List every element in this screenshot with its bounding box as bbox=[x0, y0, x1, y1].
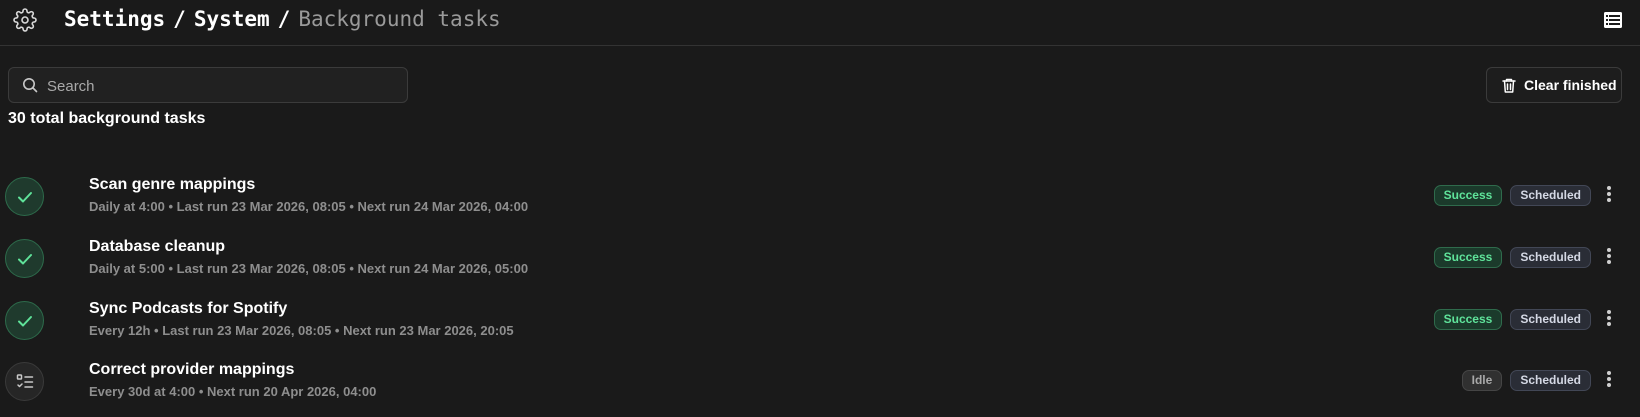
clear-finished-label: Clear finished bbox=[1524, 77, 1617, 93]
more-options-icon[interactable] bbox=[1599, 184, 1619, 206]
top-bar: Settings / System / Background tasks bbox=[0, 0, 1640, 46]
mode-badge: Scheduled bbox=[1510, 370, 1591, 391]
more-options-icon[interactable] bbox=[1599, 369, 1619, 391]
more-options-icon[interactable] bbox=[1599, 308, 1619, 330]
mode-badge: Scheduled bbox=[1510, 309, 1591, 330]
clear-finished-button[interactable]: Clear finished bbox=[1486, 67, 1622, 103]
status-badge: Success bbox=[1433, 247, 1503, 268]
task-schedule: Every 12h • Last run 23 Mar 2026, 08:05 … bbox=[89, 323, 514, 338]
status-circle bbox=[5, 239, 44, 278]
mode-badge: Scheduled bbox=[1510, 185, 1591, 206]
status-circle bbox=[5, 301, 44, 340]
task-row[interactable]: Scan genre mappings Daily at 4:00 • Last… bbox=[0, 174, 1640, 232]
task-row[interactable]: Database cleanup Daily at 5:00 • Last ru… bbox=[0, 236, 1640, 294]
status-circle bbox=[5, 177, 44, 216]
gear-icon[interactable] bbox=[13, 8, 37, 32]
search-input[interactable] bbox=[45, 68, 399, 104]
task-name: Correct provider mappings bbox=[89, 361, 295, 378]
breadcrumb: Settings / System / Background tasks bbox=[64, 6, 501, 32]
task-schedule: Daily at 4:00 • Last run 23 Mar 2026, 08… bbox=[89, 199, 529, 214]
task-row[interactable]: Correct provider mappings Every 30d at 4… bbox=[0, 359, 1640, 417]
check-icon bbox=[18, 192, 32, 203]
status-badge: Success bbox=[1433, 185, 1503, 206]
status-badge: Idle bbox=[1461, 370, 1503, 391]
checklist-icon bbox=[16, 374, 34, 388]
total-count: 30 total background tasks bbox=[8, 110, 206, 127]
task-badges: Success Scheduled bbox=[1433, 247, 1591, 268]
breadcrumb-settings[interactable]: Settings bbox=[64, 7, 165, 31]
breadcrumb-separator: / bbox=[277, 7, 291, 31]
task-row[interactable]: Sync Podcasts for Spotify Every 12h • La… bbox=[0, 298, 1640, 356]
search-icon bbox=[23, 78, 38, 93]
status-circle bbox=[5, 362, 44, 401]
task-schedule: Daily at 5:00 • Last run 23 Mar 2026, 08… bbox=[89, 261, 529, 276]
mode-badge: Scheduled bbox=[1510, 247, 1591, 268]
check-icon bbox=[18, 316, 32, 327]
task-badges: Success Scheduled bbox=[1433, 309, 1591, 330]
task-name: Scan genre mappings bbox=[89, 176, 256, 193]
task-name: Sync Podcasts for Spotify bbox=[89, 300, 288, 317]
page-title: Background tasks bbox=[298, 7, 501, 31]
trash-icon bbox=[1502, 78, 1516, 93]
search-box bbox=[8, 67, 408, 104]
breadcrumb-system[interactable]: System bbox=[194, 7, 270, 31]
check-icon bbox=[18, 254, 32, 265]
status-badge: Success bbox=[1433, 309, 1503, 330]
list-view-icon[interactable] bbox=[1603, 11, 1623, 29]
more-options-icon[interactable] bbox=[1599, 246, 1619, 268]
task-schedule: Every 30d at 4:00 • Next run 20 Apr 2026… bbox=[89, 384, 377, 399]
breadcrumb-separator: / bbox=[173, 7, 186, 31]
task-name: Database cleanup bbox=[89, 238, 226, 255]
task-badges: Success Scheduled bbox=[1433, 185, 1591, 206]
task-badges: Idle Scheduled bbox=[1461, 370, 1591, 391]
